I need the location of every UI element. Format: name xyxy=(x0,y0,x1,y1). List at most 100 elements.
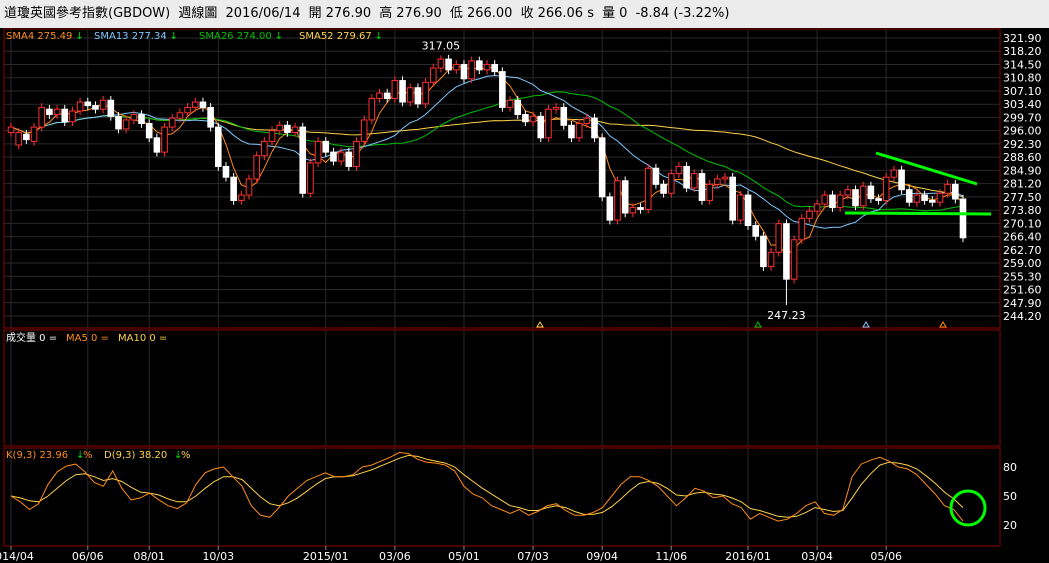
candle-body xyxy=(291,126,299,133)
candle-body xyxy=(153,137,161,153)
event-marker xyxy=(536,321,544,328)
candle-body xyxy=(383,92,391,99)
candle-body xyxy=(460,63,468,80)
candle-body xyxy=(499,71,506,108)
candle-body xyxy=(644,167,652,210)
candle-body xyxy=(522,114,529,123)
time-tick-label: 09/04 xyxy=(586,550,618,563)
time-tick-label: 06/06 xyxy=(72,550,104,563)
candle-body xyxy=(767,251,775,268)
candle-body xyxy=(537,115,545,139)
price-tick-label: 296.00 xyxy=(1003,125,1042,138)
price-tick-label: 288.60 xyxy=(1003,151,1042,164)
candle-body xyxy=(568,124,575,139)
candle-body xyxy=(253,155,260,180)
candle-body xyxy=(452,63,460,71)
time-tick-label: 03/06 xyxy=(379,550,411,563)
candle-body xyxy=(813,203,821,212)
down-arrow-icon: ↓ xyxy=(170,31,178,42)
candle-body xyxy=(445,58,452,71)
time-tick-label: 07/03 xyxy=(517,550,549,563)
candle-body xyxy=(314,140,322,164)
time-tick-label: 05/01 xyxy=(448,550,480,563)
candle-body xyxy=(660,183,667,194)
price-tick-label: 310.80 xyxy=(1003,72,1042,85)
candle-body xyxy=(637,207,644,210)
candle-body xyxy=(898,169,905,191)
candle-body xyxy=(675,165,683,175)
sma13-legend: SMA13 277.34 xyxy=(94,31,167,42)
candle-body xyxy=(552,106,560,110)
candle-body xyxy=(621,180,629,214)
candle-body xyxy=(191,101,199,108)
down-arrow-icon: ↓ xyxy=(75,31,83,42)
candle-body xyxy=(737,194,744,221)
time-tick-label: 03/04 xyxy=(801,550,833,563)
kd-panel xyxy=(3,447,1001,547)
k-legend: K(9,3) 23.96 xyxy=(6,450,68,461)
candle-body xyxy=(614,180,621,221)
candle-body xyxy=(913,194,921,203)
candle-body xyxy=(506,99,514,108)
time-tick-label: 11/06 xyxy=(655,550,687,563)
sma4-line xyxy=(10,64,964,257)
time-tick-label: 10/03 xyxy=(202,550,234,563)
k-line xyxy=(10,451,964,522)
candle-body xyxy=(199,101,207,108)
trendline-support xyxy=(844,211,992,216)
kd-tick-label: 80 xyxy=(1003,461,1017,474)
candle-body xyxy=(729,176,736,221)
candle-body xyxy=(115,115,122,130)
candle-body xyxy=(844,189,852,196)
kd-tick-label: 20 xyxy=(1003,519,1017,532)
down-arrow-icon: ↓ xyxy=(275,31,283,42)
candle-body xyxy=(130,114,138,121)
candle-body xyxy=(905,189,913,203)
candle-body xyxy=(406,87,414,103)
price-tick-label: 303.40 xyxy=(1003,98,1042,111)
candle-body xyxy=(222,165,230,178)
price-tick-label: 266.40 xyxy=(1003,231,1042,244)
candle-body xyxy=(760,235,767,268)
sma52-legend: SMA52 279.67 xyxy=(299,31,372,42)
candle-body xyxy=(698,173,706,201)
candle-body xyxy=(207,106,214,128)
price-tick-label: 318.20 xyxy=(1003,45,1042,58)
trendline-resistance xyxy=(875,151,978,186)
candle-body xyxy=(261,140,268,157)
candle-body xyxy=(230,176,237,201)
event-marker xyxy=(939,321,947,328)
highlight-circle xyxy=(949,489,987,527)
candle-body xyxy=(890,169,898,178)
candle-body xyxy=(491,63,498,73)
d-legend-suffix: % xyxy=(181,450,191,461)
candle-body xyxy=(944,183,951,194)
sma4-legend: SMA4 275.49 xyxy=(6,31,72,42)
candle-body xyxy=(330,151,337,162)
candle-body xyxy=(360,119,368,142)
candle-body xyxy=(783,223,790,280)
candle-body xyxy=(391,80,399,99)
candle-body xyxy=(959,198,967,239)
candle-body xyxy=(683,165,690,189)
price-tick-label: 262.70 xyxy=(1003,244,1042,257)
candle-body xyxy=(752,224,760,237)
candle-body xyxy=(376,92,383,99)
price-tick-label: 281.20 xyxy=(1003,178,1042,191)
candle-body xyxy=(867,185,875,200)
extreme-value-label: 317.05 xyxy=(422,39,461,52)
time-tick-label: 08/01 xyxy=(133,550,165,563)
candle-body xyxy=(276,124,284,132)
candle-body xyxy=(775,223,783,253)
candle-body xyxy=(92,105,99,110)
candle-body xyxy=(38,106,46,128)
candle-body xyxy=(545,108,552,139)
price-tick-label: 314.50 xyxy=(1003,58,1042,71)
candle-body xyxy=(299,126,307,194)
candle-body xyxy=(852,189,859,207)
candle-body xyxy=(829,194,836,209)
candle-body xyxy=(307,162,314,194)
candle-body xyxy=(15,131,22,146)
candle-body xyxy=(583,117,591,125)
candle-body xyxy=(23,133,30,141)
